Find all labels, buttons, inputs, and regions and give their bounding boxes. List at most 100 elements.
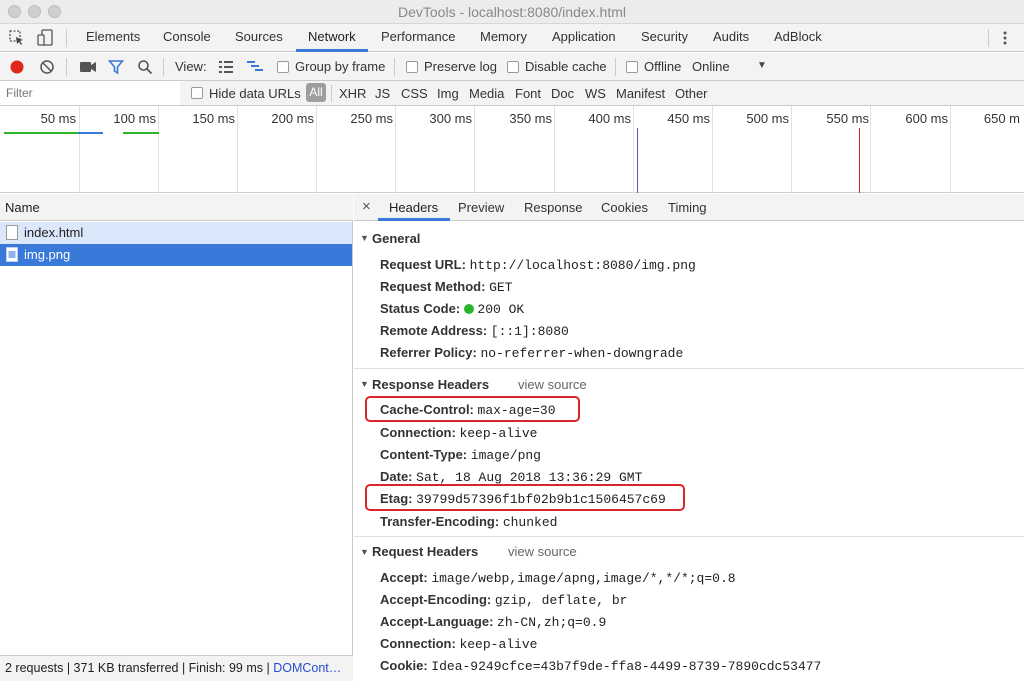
filter-type-manifest[interactable]: Manifest — [616, 86, 665, 101]
header-value: Sat, 18 Aug 2018 13:36:29 GMT — [416, 470, 643, 485]
filter-type-other[interactable]: Other — [675, 86, 708, 101]
timeline-tick-label: 350 ms — [509, 111, 552, 126]
domcontentloaded-link[interactable]: DOMCont… — [273, 661, 341, 675]
header-key: Status Code: — [380, 301, 461, 316]
tab-memory[interactable]: Memory — [480, 29, 527, 44]
record-icon[interactable] — [9, 59, 25, 75]
tab-sources[interactable]: Sources — [235, 29, 283, 44]
tab-timing[interactable]: Timing — [668, 200, 707, 215]
request-view-source-link[interactable]: view source — [508, 544, 577, 559]
filter-icon[interactable] — [108, 59, 124, 75]
header-key: Transfer-Encoding: — [380, 514, 500, 529]
header-value: keep-alive — [459, 426, 538, 441]
request-row[interactable]: index.html — [0, 222, 352, 244]
expand-triangle-icon[interactable]: ▼ — [360, 233, 369, 243]
tab-elements[interactable]: Elements — [86, 29, 140, 44]
group-by-frame-label: Group by frame — [295, 59, 386, 74]
more-options-icon[interactable] — [1002, 30, 1008, 46]
screenshot-camera-icon[interactable] — [79, 60, 97, 74]
timeline-gridline — [79, 106, 80, 193]
expand-triangle-icon[interactable]: ▼ — [360, 547, 369, 557]
timeline-bar-img — [123, 132, 159, 134]
filter-type-ws[interactable]: WS — [585, 86, 606, 101]
timeline-tick-label: 50 ms — [40, 111, 76, 126]
filter-input[interactable] — [0, 81, 180, 105]
tab-audits[interactable]: Audits — [713, 29, 749, 44]
tab-security[interactable]: Security — [641, 29, 688, 44]
header-entry: Cookie: Idea-9249cfce=43b7f9de-ffa8-4499… — [380, 658, 821, 674]
chevron-down-icon[interactable]: ▼ — [757, 60, 767, 71]
device-toolbar-icon[interactable] — [37, 29, 55, 47]
clear-icon[interactable] — [39, 59, 55, 75]
main-tab-bar: Elements Console Sources Network Perform… — [0, 24, 1024, 52]
search-icon[interactable] — [137, 59, 153, 75]
column-header-name[interactable]: Name — [0, 194, 353, 221]
tab-console[interactable]: Console — [163, 29, 211, 44]
tab-application[interactable]: Application — [552, 29, 616, 44]
response-view-source-link[interactable]: view source — [518, 377, 587, 392]
filter-type-img[interactable]: Img — [437, 86, 459, 101]
timeline-tick-label: 450 ms — [667, 111, 710, 126]
filter-type-font[interactable]: Font — [515, 86, 541, 101]
request-name: img.png — [24, 247, 71, 262]
section-general-title[interactable]: General — [372, 231, 420, 246]
section-divider — [354, 368, 1024, 369]
group-by-frame-checkbox[interactable] — [277, 61, 289, 73]
divider — [394, 58, 395, 76]
filter-type-media[interactable]: Media — [469, 86, 504, 101]
tab-preview[interactable]: Preview — [458, 200, 504, 215]
domcontentloaded-marker — [637, 128, 638, 193]
hide-data-urls-checkbox[interactable] — [191, 87, 203, 99]
section-request-headers-title[interactable]: Request Headers — [372, 544, 478, 559]
network-summary: 2 requests | 371 KB transferred | Finish… — [5, 661, 274, 675]
filter-type-js[interactable]: JS — [375, 86, 390, 101]
header-entry: Referrer Policy: no-referrer-when-downgr… — [380, 345, 683, 361]
header-key: Date: — [380, 469, 413, 484]
tab-cookies[interactable]: Cookies — [601, 200, 648, 215]
tab-adblock[interactable]: AdBlock — [774, 29, 822, 44]
request-detail-panel: × Headers Preview Response Cookies Timin… — [354, 194, 1024, 681]
request-row-selected[interactable]: img.png — [0, 244, 352, 266]
offline-checkbox[interactable] — [626, 61, 638, 73]
header-value: [::1]:8080 — [490, 324, 569, 339]
timeline-overview[interactable]: 50 ms 100 ms 150 ms 200 ms 250 ms 300 ms… — [0, 106, 1024, 193]
large-rows-icon[interactable] — [218, 60, 234, 74]
header-entry: Accept-Language: zh-CN,zh;q=0.9 — [380, 614, 606, 630]
timeline-gridline — [633, 106, 634, 193]
header-value: image/webp,image/apng,image/*,*/*;q=0.8 — [431, 571, 736, 586]
inspect-element-icon[interactable] — [9, 30, 25, 46]
throttle-select[interactable]: Online — [692, 59, 730, 74]
timeline-gridline — [395, 106, 396, 193]
filter-type-doc[interactable]: Doc — [551, 86, 574, 101]
header-entry: Accept-Encoding: gzip, deflate, br — [380, 592, 627, 608]
active-detail-tab-indicator — [378, 218, 450, 221]
header-key: Cookie: — [380, 658, 428, 673]
timeline-gridline — [870, 106, 871, 193]
filter-type-css[interactable]: CSS — [401, 86, 428, 101]
timeline-bar-index-download — [78, 132, 103, 134]
window-title: DevTools - localhost:8080/index.html — [397, 4, 626, 20]
expand-triangle-icon[interactable]: ▼ — [360, 379, 369, 389]
header-key: Connection: — [380, 425, 456, 440]
tab-network[interactable]: Network — [308, 29, 356, 44]
filter-type-xhr[interactable]: XHR — [339, 86, 366, 101]
view-label: View: — [175, 59, 207, 74]
divider — [331, 85, 332, 102]
timeline-gridline — [237, 106, 238, 193]
divider — [163, 58, 164, 76]
tab-performance[interactable]: Performance — [381, 29, 455, 44]
header-key: Accept-Language: — [380, 614, 494, 629]
disable-cache-checkbox[interactable] — [507, 61, 519, 73]
header-value: no-referrer-when-downgrade — [480, 346, 684, 361]
waterfall-icon[interactable] — [246, 60, 264, 74]
close-icon[interactable]: × — [362, 198, 371, 215]
header-entry: Connection: keep-alive — [380, 636, 537, 652]
timeline-tick-label: 600 ms — [905, 111, 948, 126]
header-value: 200 OK — [477, 302, 525, 317]
preserve-log-checkbox[interactable] — [406, 61, 418, 73]
tab-headers[interactable]: Headers — [389, 200, 438, 215]
filter-type-all[interactable]: All — [306, 83, 326, 102]
section-response-headers-title[interactable]: Response Headers — [372, 377, 489, 392]
tab-response[interactable]: Response — [524, 200, 583, 215]
header-key: Referrer Policy: — [380, 345, 477, 360]
